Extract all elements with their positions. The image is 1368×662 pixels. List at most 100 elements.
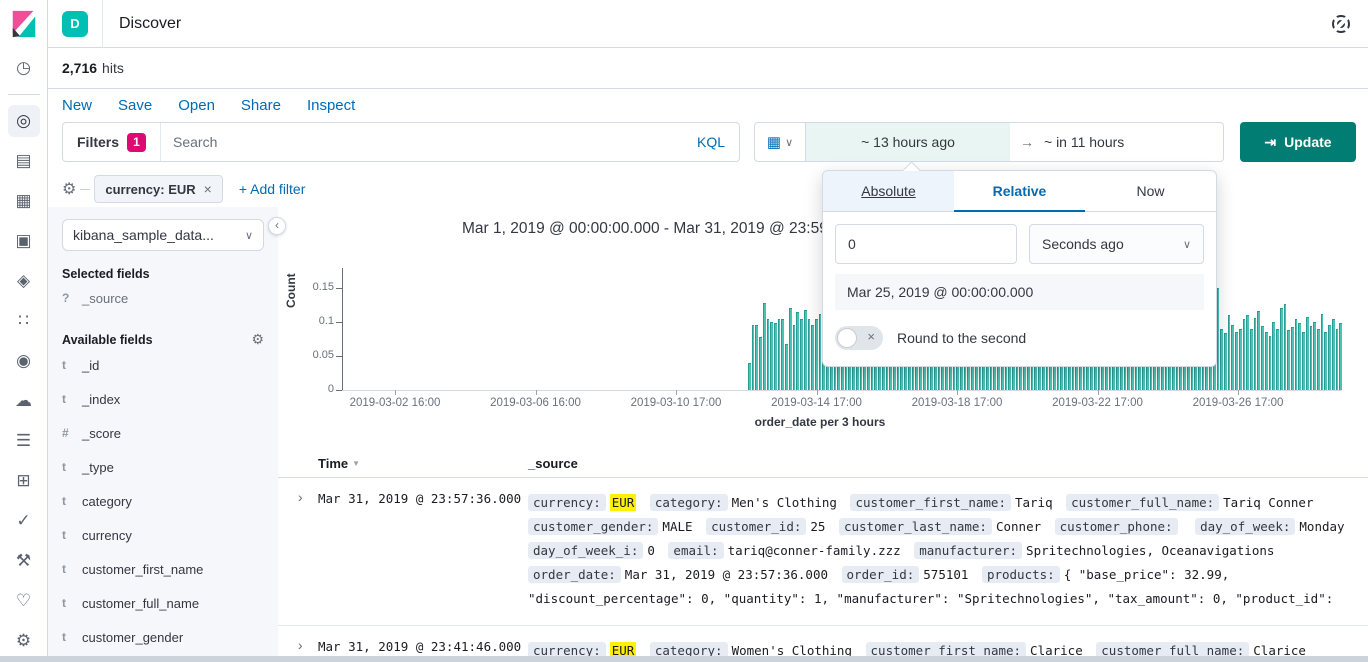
histogram-bar[interactable] [1336,329,1339,390]
field-item-customer_first_name[interactable]: tcustomer_first_name [62,552,264,586]
rail-item-logs[interactable]: ☰ [8,425,40,457]
add-filter-link[interactable]: + Add filter [239,181,306,197]
histogram-bar[interactable] [1250,329,1253,390]
histogram-bar[interactable] [1246,315,1249,390]
rail-item-visualize[interactable]: ▤ [8,145,40,177]
expand-row-icon[interactable]: › [296,491,318,611]
date-to-button[interactable]: ~ in 11 hours [1044,134,1124,150]
histogram-bar[interactable] [1235,332,1238,390]
field-item-_score[interactable]: #_score [62,416,264,450]
rail-item-stack-monitoring[interactable]: ♡ [8,585,40,617]
filters-button[interactable]: Filters 1 [63,123,161,161]
histogram-bar[interactable] [1306,317,1309,390]
sort-desc-icon[interactable]: ▼ [352,459,360,468]
histogram-bar[interactable] [793,325,796,390]
field-item-_id[interactable]: t_id [62,348,264,382]
histogram-bar[interactable] [815,319,818,390]
histogram-bar[interactable] [1239,329,1242,390]
histogram-bar[interactable] [774,323,777,390]
histogram-bar[interactable] [789,308,792,390]
histogram-bar[interactable] [1220,329,1223,390]
field-item-customer_full_name[interactable]: tcustomer_full_name [62,586,264,620]
histogram-bar[interactable] [808,319,811,390]
histogram-bar[interactable] [804,310,807,390]
histogram-bar[interactable] [1291,327,1294,390]
histogram-bar[interactable] [811,325,814,390]
rail-item-discover[interactable]: ◎ [8,105,40,137]
rail-item-uptime[interactable]: ✓ [8,505,40,537]
histogram-bar[interactable] [759,337,762,390]
histogram-bar[interactable] [763,303,766,390]
histogram-bar[interactable] [796,312,799,390]
field-item-_index[interactable]: t_index [62,382,264,416]
histogram-bar[interactable] [1339,323,1342,390]
field-settings-gear-icon[interactable]: ⚙ [251,331,264,348]
tab-absolute[interactable]: Absolute [823,171,954,211]
tab-now[interactable]: Now [1085,171,1216,211]
rail-item-management[interactable]: ⚙ [8,625,40,657]
histogram-bar[interactable] [1265,332,1268,390]
rail-item-apm[interactable]: ⊞ [8,465,40,497]
search-input[interactable]: Search [173,134,683,150]
histogram-bar[interactable] [1332,319,1335,390]
date-picker-button[interactable]: ▦ ∨ [754,122,806,162]
histogram-bar[interactable] [1257,311,1260,390]
histogram-bar[interactable] [1224,333,1227,390]
histogram-bar[interactable] [748,363,751,390]
field-item-_source[interactable]: ?_source [62,281,264,315]
field-item-customer_gender[interactable]: tcustomer_gender [62,620,264,654]
rail-item-recently-viewed[interactable]: ◷ [8,52,40,84]
filter-pill-currency-eur[interactable]: currency: EUR × [94,175,223,203]
update-button[interactable]: ⇥ Update [1240,122,1356,162]
histogram-bar[interactable] [1310,326,1313,390]
histogram-bar[interactable] [778,319,781,390]
histogram-bar[interactable] [1295,319,1298,390]
help-icon[interactable] [1332,15,1350,33]
time-column-header[interactable]: Time ▼ [318,456,528,471]
histogram-bar[interactable] [1287,330,1290,390]
histogram-bar[interactable] [1272,322,1275,390]
rail-item-infrastructure[interactable]: ☁ [8,385,40,417]
menu-link-new[interactable]: New [62,97,92,114]
histogram-bar[interactable] [1317,329,1320,390]
field-item-_type[interactable]: t_type [62,450,264,484]
histogram-bar[interactable] [1284,304,1287,390]
kibana-logo[interactable] [0,0,48,48]
index-pattern-select[interactable]: kibana_sample_data... ∨ [62,219,264,251]
histogram-bar[interactable] [1324,332,1327,390]
rail-item-dashboard[interactable]: ▦ [8,185,40,217]
histogram-bar[interactable] [1280,308,1283,390]
collapse-sidebar-button[interactable]: ‹ [268,217,286,235]
menu-link-save[interactable]: Save [118,97,152,114]
rail-item-machine-learning[interactable]: ∷ [8,305,40,337]
histogram-bar[interactable] [1298,323,1301,390]
tab-relative[interactable]: Relative [954,171,1085,211]
rail-item-maps[interactable]: ◈ [8,265,40,297]
field-item-currency[interactable]: tcurrency [62,518,264,552]
rail-item-graph[interactable]: ◉ [8,345,40,377]
histogram-bar[interactable] [755,325,758,390]
histogram-bar[interactable] [819,314,822,390]
filter-options-gear-icon[interactable]: ⚙ [62,179,76,199]
menu-link-open[interactable]: Open [178,97,215,114]
round-toggle-switch[interactable]: × [835,326,883,350]
relative-unit-select[interactable]: Seconds ago ∨ [1029,224,1204,264]
histogram-bar[interactable] [1328,325,1331,390]
histogram-bar[interactable] [781,319,784,390]
histogram-bar[interactable] [752,325,755,390]
histogram-bar[interactable] [767,319,770,390]
histogram-bar[interactable] [1254,318,1257,390]
histogram-bar[interactable] [770,322,773,390]
histogram-bar[interactable] [1231,325,1234,390]
histogram-bar[interactable] [1302,332,1305,390]
kql-button[interactable]: KQL [683,134,739,150]
histogram-bar[interactable] [785,344,788,390]
histogram-bar[interactable] [1243,319,1246,390]
histogram-bar[interactable] [1321,314,1324,390]
histogram-bar[interactable] [1313,322,1316,390]
histogram-bar[interactable] [1269,336,1272,390]
histogram-bar[interactable] [1228,315,1231,390]
relative-count-input[interactable] [835,224,1017,264]
remove-filter-icon[interactable]: × [204,181,212,197]
menu-link-inspect[interactable]: Inspect [307,97,355,114]
